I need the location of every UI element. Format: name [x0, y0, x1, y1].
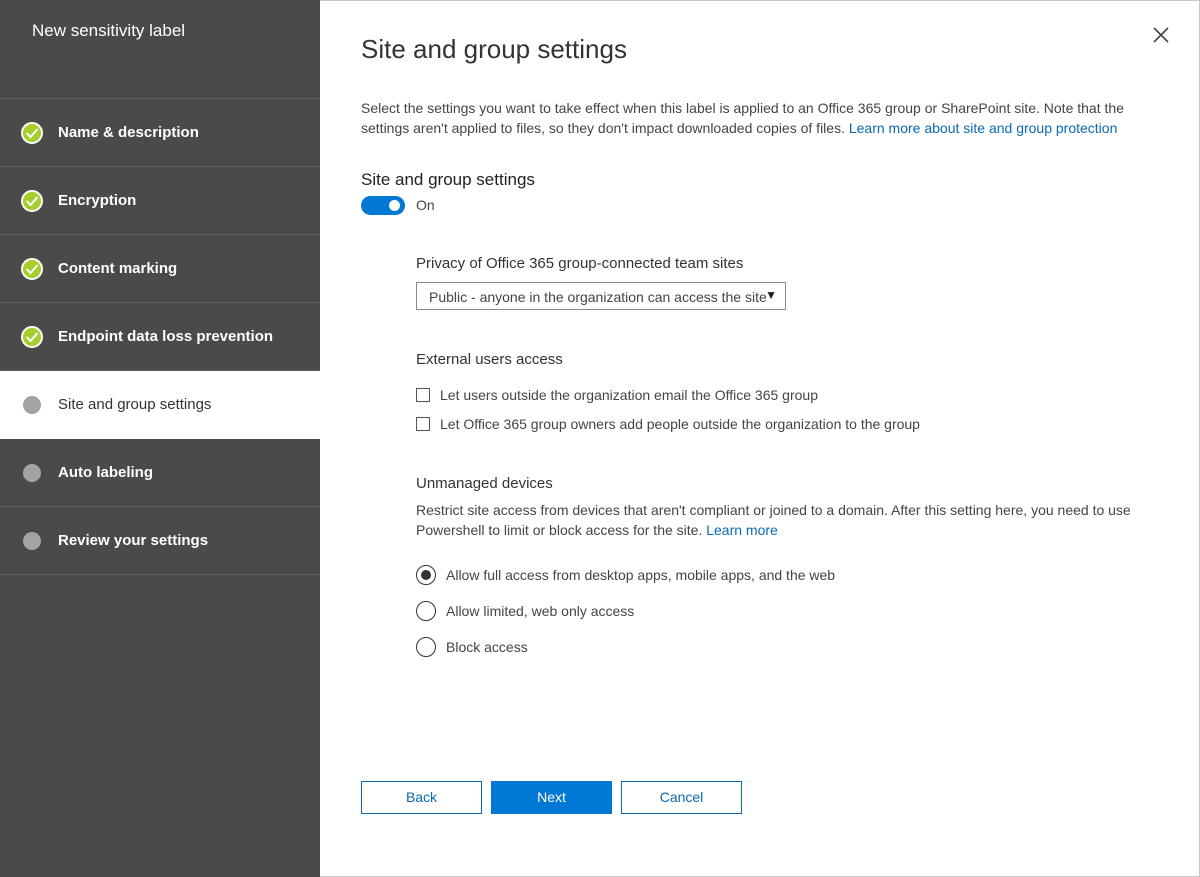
external-guests-checkbox-row[interactable]: Let Office 365 group owners add people o…: [416, 413, 920, 435]
step-content-marking[interactable]: Content marking: [0, 235, 320, 303]
privacy-label: Privacy of Office 365 group-connected te…: [416, 255, 744, 272]
toggle-knob: [389, 200, 400, 211]
next-button[interactable]: Next: [491, 781, 612, 814]
step-label: Endpoint data loss prevention: [58, 328, 274, 345]
external-email-checkbox[interactable]: [416, 388, 430, 402]
step-name-description[interactable]: Name & description: [0, 99, 320, 167]
external-guests-checkbox[interactable]: [416, 417, 430, 431]
radio-full-access[interactable]: [416, 565, 436, 585]
step-auto-labeling[interactable]: Auto labeling: [0, 439, 320, 507]
check-circle-icon: [21, 121, 43, 144]
page-title: Site and group settings: [361, 34, 627, 64]
section-heading: Site and group settings: [361, 170, 535, 189]
radio-limited-access-row[interactable]: Allow limited, web only access: [416, 600, 634, 622]
radio-block-access-row[interactable]: Block access: [416, 636, 528, 658]
radio-full-access-row[interactable]: Allow full access from desktop apps, mob…: [416, 564, 835, 586]
radio-label: Block access: [446, 639, 528, 655]
intro-text: Select the settings you want to take eff…: [361, 98, 1151, 138]
learn-more-site-protection-link[interactable]: Learn more about site and group protecti…: [849, 120, 1118, 136]
step-encryption[interactable]: Encryption: [0, 167, 320, 235]
check-circle-icon: [21, 189, 43, 212]
external-email-checkbox-row[interactable]: Let users outside the organization email…: [416, 384, 818, 406]
radio-block-access[interactable]: [416, 637, 436, 657]
unmanaged-devices-heading: Unmanaged devices: [416, 475, 553, 492]
wizard-sidebar: New sensitivity label Name & description…: [0, 0, 320, 877]
unmanaged-devices-description: Restrict site access from devices that a…: [416, 500, 1156, 540]
learn-more-link[interactable]: Learn more: [706, 522, 778, 538]
radio-limited-access[interactable]: [416, 601, 436, 621]
wizard-title: New sensitivity label: [32, 21, 186, 40]
check-circle-icon: [21, 257, 43, 280]
external-access-heading: External users access: [416, 351, 563, 368]
step-label: Name & description: [58, 124, 199, 141]
site-group-settings-toggle[interactable]: [361, 196, 405, 215]
checkbox-label: Let users outside the organization email…: [440, 387, 818, 403]
step-review-settings[interactable]: Review your settings: [0, 507, 320, 575]
step-label: Auto labeling: [58, 464, 153, 481]
cancel-button[interactable]: Cancel: [621, 781, 742, 814]
dropdown-caret-icon: ▼: [765, 288, 777, 302]
step-label: Content marking: [58, 260, 178, 277]
pending-step-dot-icon: [23, 463, 41, 482]
wizard-steps: Name & description Encryption Content ma…: [0, 98, 320, 575]
pending-step-dot-icon: [23, 531, 41, 550]
main-panel: Site and group settings Select the setti…: [320, 0, 1200, 877]
close-icon: [1153, 27, 1169, 43]
privacy-dropdown[interactable]: Public - anyone in the organization can …: [416, 282, 786, 310]
back-button[interactable]: Back: [361, 781, 482, 814]
step-label: Site and group settings: [58, 396, 212, 413]
close-button[interactable]: [1150, 24, 1174, 48]
radio-label: Allow full access from desktop apps, mob…: [446, 567, 836, 583]
current-step-dot-icon: [23, 395, 41, 414]
step-site-group-settings[interactable]: Site and group settings: [0, 371, 320, 439]
checkbox-label: Let Office 365 group owners add people o…: [440, 416, 920, 432]
toggle-state-label: On: [416, 197, 435, 213]
privacy-selected-value: Public - anyone in the organization can …: [429, 289, 767, 305]
check-circle-icon: [21, 325, 43, 348]
step-endpoint-dlp[interactable]: Endpoint data loss prevention: [0, 303, 320, 371]
radio-label: Allow limited, web only access: [446, 603, 635, 619]
step-label: Review your settings: [58, 532, 209, 549]
step-label: Encryption: [58, 192, 137, 209]
